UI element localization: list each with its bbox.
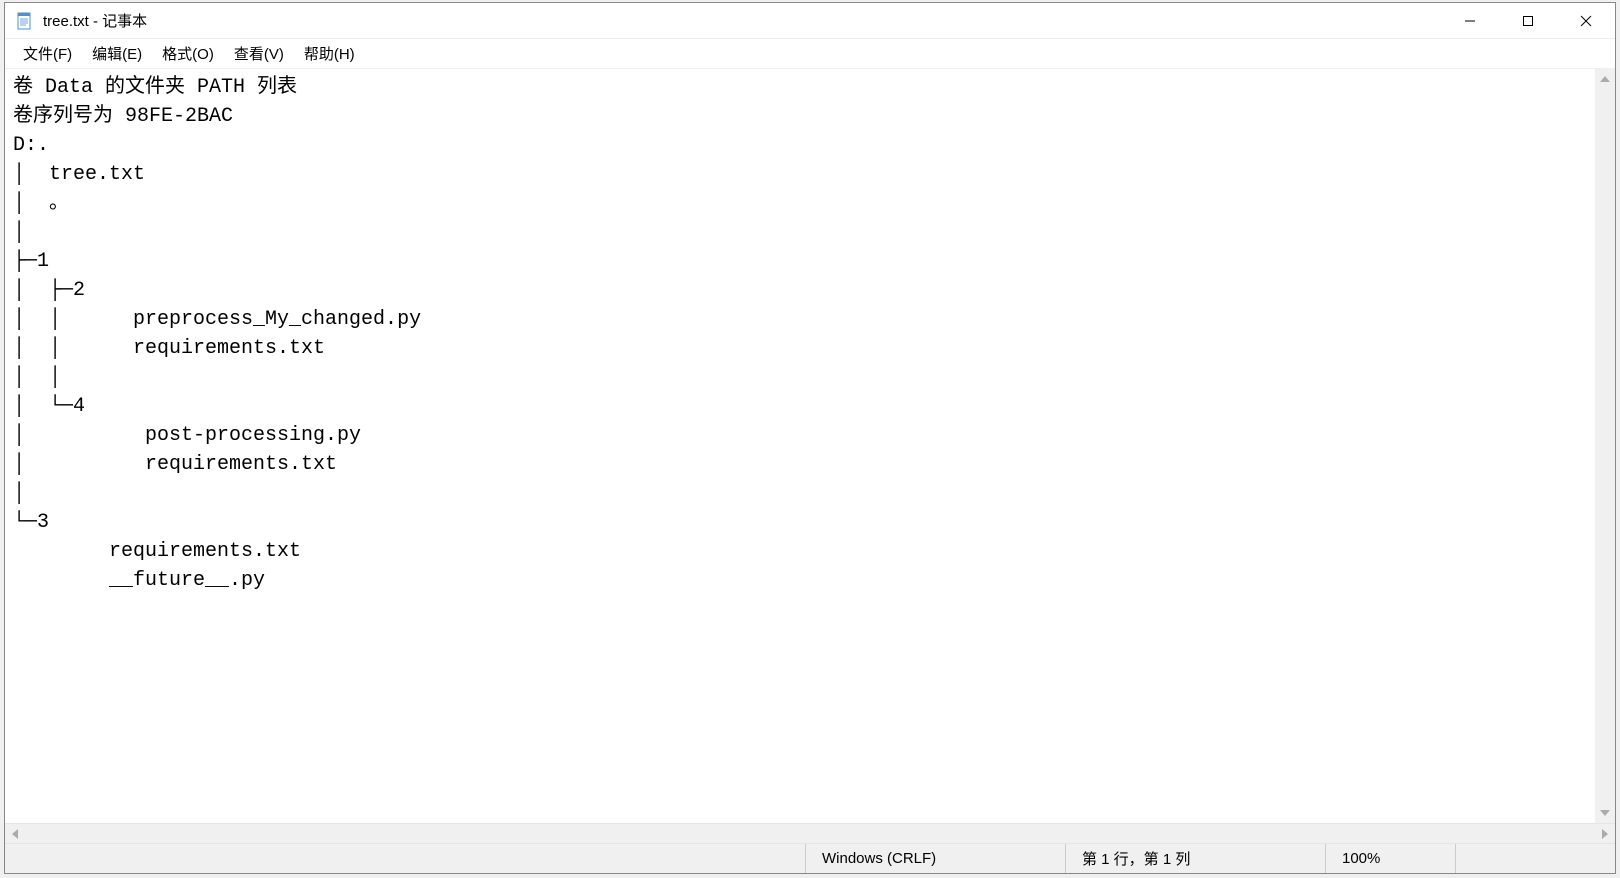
close-button[interactable] — [1557, 3, 1615, 38]
titlebar: tree.txt - 记事本 — [5, 3, 1615, 39]
scroll-down-icon[interactable] — [1595, 803, 1615, 823]
menu-help[interactable]: 帮助(H) — [294, 39, 365, 68]
scroll-track-horizontal[interactable] — [25, 824, 1595, 843]
menu-file[interactable]: 文件(F) — [13, 39, 82, 68]
status-extra — [1455, 844, 1615, 873]
menu-edit[interactable]: 编辑(E) — [82, 39, 152, 68]
menubar: 文件(F) 编辑(E) 格式(O) 查看(V) 帮助(H) — [5, 39, 1615, 69]
notepad-window: tree.txt - 记事本 文件(F) 编辑(E) 格式(O) 查看(V) 帮… — [4, 2, 1616, 874]
text-editor[interactable]: 卷 Data 的文件夹 PATH 列表 卷序列号为 98FE-2BAC D:. … — [5, 69, 1615, 823]
minimize-button[interactable] — [1441, 3, 1499, 38]
status-spacer — [5, 844, 805, 873]
window-title: tree.txt - 记事本 — [43, 10, 1441, 31]
maximize-button[interactable] — [1499, 3, 1557, 38]
window-controls — [1441, 3, 1615, 38]
menu-format[interactable]: 格式(O) — [152, 39, 224, 68]
scroll-right-icon[interactable] — [1595, 824, 1615, 843]
menu-view[interactable]: 查看(V) — [224, 39, 294, 68]
status-cursor-position: 第 1 行，第 1 列 — [1065, 844, 1325, 873]
scroll-up-icon[interactable] — [1595, 69, 1615, 89]
status-zoom: 100% — [1325, 844, 1455, 873]
scroll-left-icon[interactable] — [5, 824, 25, 843]
scroll-track-vertical[interactable] — [1595, 89, 1615, 803]
status-encoding: Windows (CRLF) — [805, 844, 1065, 873]
statusbar: Windows (CRLF) 第 1 行，第 1 列 100% — [5, 843, 1615, 873]
horizontal-scrollbar[interactable] — [5, 823, 1615, 843]
vertical-scrollbar[interactable] — [1595, 69, 1615, 823]
app-icon — [15, 11, 35, 31]
content-area: 卷 Data 的文件夹 PATH 列表 卷序列号为 98FE-2BAC D:. … — [5, 69, 1615, 843]
